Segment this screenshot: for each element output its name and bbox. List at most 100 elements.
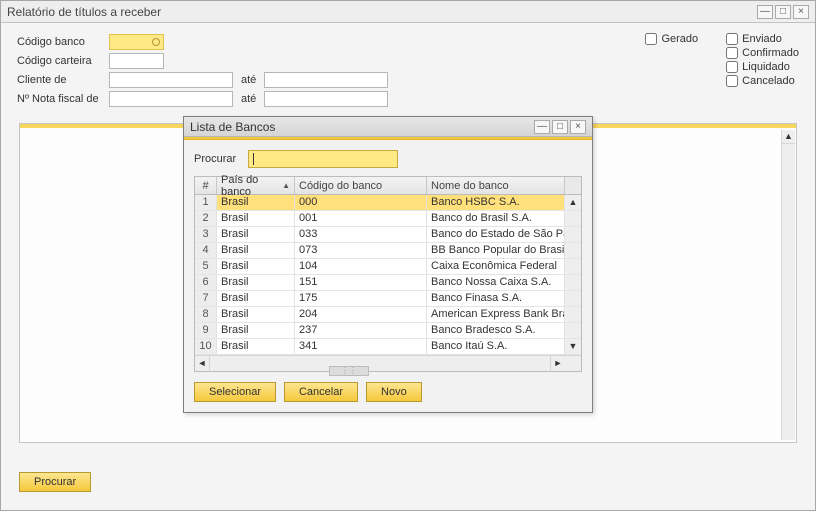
nota-fiscal-de-label: Nº Nota fiscal de — [17, 93, 109, 105]
maximize-icon[interactable]: □ — [775, 5, 791, 19]
ate-label-2: até — [241, 93, 256, 105]
codigo-banco-input[interactable] — [109, 34, 164, 50]
table-row[interactable]: 4Brasil073BB Banco Popular do Brasil S.A — [195, 243, 581, 259]
cancelado-label: Cancelado — [742, 75, 795, 87]
table-row[interactable]: 2Brasil001Banco do Brasil S.A. — [195, 211, 581, 227]
enviado-checkbox[interactable]: Enviado — [726, 33, 799, 45]
col-nome[interactable]: Nome do banco — [427, 177, 565, 194]
enviado-box[interactable] — [726, 33, 738, 45]
cell-num: 5 — [195, 259, 217, 274]
cell-pais: Brasil — [217, 275, 295, 290]
nota-fiscal-ate-input[interactable] — [264, 91, 388, 107]
scroll-up-icon[interactable]: ▲ — [782, 130, 795, 144]
cell-pais: Brasil — [217, 307, 295, 322]
close-icon[interactable]: × — [793, 5, 809, 19]
gerado-box[interactable] — [645, 33, 657, 45]
confirmado-label: Confirmado — [742, 47, 799, 59]
cell-scroll[interactable] — [565, 275, 581, 290]
cell-num: 6 — [195, 275, 217, 290]
cell-num: 2 — [195, 211, 217, 226]
cell-pais: Brasil — [217, 339, 295, 354]
table-row[interactable]: 9Brasil237Banco Bradesco S.A. — [195, 323, 581, 339]
cell-pais: Brasil — [217, 227, 295, 242]
cell-pais: Brasil — [217, 291, 295, 306]
cell-codigo: 151 — [295, 275, 427, 290]
table-row[interactable]: 10Brasil341Banco Itaú S.A.▼ — [195, 339, 581, 355]
enviado-label: Enviado — [742, 33, 782, 45]
cell-nome: Banco Nossa Caixa S.A. — [427, 275, 565, 290]
cell-scroll[interactable] — [565, 323, 581, 338]
minimize-icon[interactable]: — — [757, 5, 773, 19]
cell-scroll[interactable] — [565, 307, 581, 322]
cell-scroll[interactable] — [565, 243, 581, 258]
cell-scroll[interactable] — [565, 227, 581, 242]
cell-nome: Banco do Estado de São Paulo — [427, 227, 565, 242]
sort-asc-icon: ▲ — [282, 181, 290, 190]
report-window: Relatório de títulos a receber — □ × Cód… — [0, 0, 816, 511]
cell-codigo: 204 — [295, 307, 427, 322]
hscroll-left-icon[interactable]: ◄ — [195, 356, 210, 371]
novo-button[interactable]: Novo — [366, 382, 422, 402]
cell-pais: Brasil — [217, 259, 295, 274]
search-input[interactable] — [248, 150, 398, 168]
table-row[interactable]: 6Brasil151Banco Nossa Caixa S.A. — [195, 275, 581, 291]
confirmado-checkbox[interactable]: Confirmado — [726, 47, 799, 59]
table-row[interactable]: 3Brasil033Banco do Estado de São Paulo — [195, 227, 581, 243]
cell-codigo: 104 — [295, 259, 427, 274]
cell-nome: Banco Bradesco S.A. — [427, 323, 565, 338]
cell-pais: Brasil — [217, 323, 295, 338]
cell-num: 10 — [195, 339, 217, 354]
hscroll-right-icon[interactable]: ► — [550, 356, 565, 371]
cell-num: 9 — [195, 323, 217, 338]
cell-scroll[interactable] — [565, 259, 581, 274]
cell-num: 1 — [195, 195, 217, 210]
codigo-carteira-input[interactable] — [109, 53, 164, 69]
col-codigo[interactable]: Código do banco — [295, 177, 427, 194]
col-num[interactable]: # — [195, 177, 217, 194]
cell-codigo: 237 — [295, 323, 427, 338]
titlebar[interactable]: Relatório de títulos a receber — □ × — [1, 1, 815, 23]
cell-pais: Brasil — [217, 243, 295, 258]
hscroll-thumb[interactable]: ⋮⋮ — [329, 366, 369, 376]
dialog-maximize-icon[interactable]: □ — [552, 120, 568, 134]
cell-scroll[interactable] — [565, 291, 581, 306]
col-pais[interactable]: País do banco▲ — [217, 177, 295, 194]
cell-codigo: 175 — [295, 291, 427, 306]
dialog-close-icon[interactable]: × — [570, 120, 586, 134]
cell-scroll[interactable]: ▼ — [565, 339, 581, 354]
nota-fiscal-de-input[interactable] — [109, 91, 233, 107]
liquidado-box[interactable] — [726, 61, 738, 73]
cell-scroll[interactable]: ▲ — [565, 195, 581, 210]
content-scrollbar[interactable]: ▲ — [781, 130, 795, 440]
cell-codigo: 001 — [295, 211, 427, 226]
procurar-button[interactable]: Procurar — [19, 472, 91, 492]
vscroll-up-icon[interactable]: ▲ — [569, 198, 578, 207]
selecionar-button[interactable]: Selecionar — [194, 382, 276, 402]
confirmado-box[interactable] — [726, 47, 738, 59]
table-row[interactable]: 8Brasil204American Express Bank Brasil B — [195, 307, 581, 323]
cell-nome: American Express Bank Brasil B — [427, 307, 565, 322]
cancelado-box[interactable] — [726, 75, 738, 87]
cancelado-checkbox[interactable]: Cancelado — [726, 75, 799, 87]
cell-scroll[interactable] — [565, 211, 581, 226]
table-header: # País do banco▲ Código do banco Nome do… — [195, 177, 581, 195]
liquidado-checkbox[interactable]: Liquidado — [726, 61, 799, 73]
cliente-de-input[interactable] — [109, 72, 233, 88]
dialog-titlebar[interactable]: Lista de Bancos — □ × — [184, 117, 592, 137]
cliente-ate-input[interactable] — [264, 72, 388, 88]
table-row[interactable]: 1Brasil000Banco HSBC S.A.▲ — [195, 195, 581, 211]
cell-codigo: 073 — [295, 243, 427, 258]
dialog-minimize-icon[interactable]: — — [534, 120, 550, 134]
vscroll-down-icon[interactable]: ▼ — [569, 342, 578, 351]
codigo-banco-label: Código banco — [17, 36, 109, 48]
window-title: Relatório de títulos a receber — [7, 5, 757, 19]
liquidado-label: Liquidado — [742, 61, 790, 73]
table-horizontal-scroll[interactable]: ◄ ⋮⋮ ► — [195, 355, 581, 371]
bancos-table: # País do banco▲ Código do banco Nome do… — [194, 176, 582, 372]
col-scrollbar — [565, 177, 581, 194]
cliente-de-label: Cliente de — [17, 74, 109, 86]
table-row[interactable]: 7Brasil175Banco Finasa S.A. — [195, 291, 581, 307]
cancelar-button[interactable]: Cancelar — [284, 382, 358, 402]
table-row[interactable]: 5Brasil104Caixa Econômica Federal — [195, 259, 581, 275]
gerado-checkbox[interactable]: Gerado — [645, 33, 698, 45]
